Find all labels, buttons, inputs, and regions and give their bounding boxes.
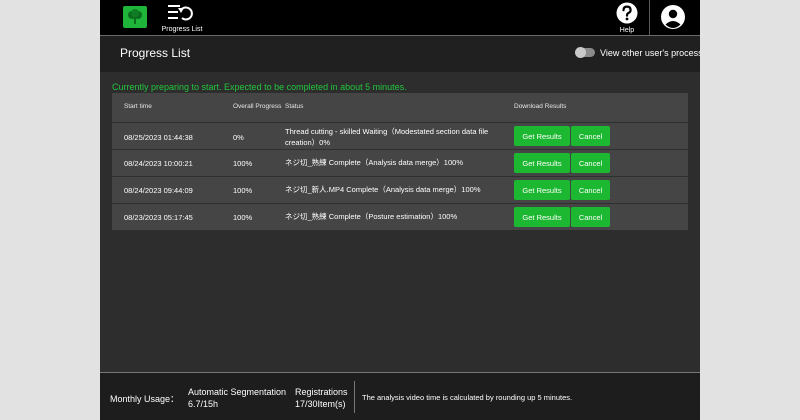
toggle-knob [575,47,586,58]
get-results-button[interactable]: Get Results [514,126,570,146]
status-cell: ネジ切_熟練 Complete（Posture estimation）100% [285,212,458,221]
table-row: 08/23/2023 05:17:45 100% ネジ切_熟練 Complete… [112,203,688,231]
header-overall-progress: Overall Progress [233,103,282,110]
top-bar: Progress List Help [100,0,700,36]
registrations-value: 17/30Item(s) [295,399,346,409]
help-button[interactable]: Help [614,2,640,34]
table-row: 08/24/2023 10:00:21 100% ネジ切_熟練 Complete… [112,149,688,177]
page-title: Progress List [120,46,191,60]
rounding-note: The analysis video time is calculated by… [362,393,573,402]
app-window: Progress List Help Progress List View ot… [100,0,700,420]
nav-progress-list-label: Progress List [161,26,203,33]
account-button[interactable] [660,4,686,30]
status-cell: ネジ切_熟練 Complete（Analysis data merge）100% [285,158,463,167]
cancel-button[interactable]: Cancel [571,207,610,227]
progress-cell: 0% [233,133,244,142]
footer-divider [354,381,355,413]
start-time-cell: 08/25/2023 01:44:38 [124,133,193,142]
nav-progress-list[interactable]: Progress List [160,2,204,34]
cancel-button[interactable]: Cancel [571,180,610,200]
progress-cell: 100% [233,213,253,222]
start-time-cell: 08/24/2023 09:44:09 [124,186,193,195]
title-bar: Progress List View other user's process [100,36,700,72]
topbar-divider [649,0,650,35]
status-notice: Currently preparing to start. Expected t… [112,82,407,92]
toggle-label: View other user's process [600,48,700,58]
header-download-results: Download Results [514,103,567,110]
auto-seg-value: 6.7/15h [188,399,219,409]
header-status: Status [285,103,304,110]
get-results-button[interactable]: Get Results [514,207,570,227]
monthly-usage-label: Monthly Usage： [110,394,180,404]
tree-logo-icon[interactable] [123,6,147,28]
cancel-button[interactable]: Cancel [571,126,610,146]
auto-seg-label: Automatic Segmentation [188,387,287,397]
cancel-button[interactable]: Cancel [571,153,610,173]
status-cell: ネジ切_新人.MP4 Complete（Analysis data merge）… [285,185,481,194]
help-circle-icon [616,2,638,24]
progress-cell: 100% [233,159,253,168]
get-results-button[interactable]: Get Results [514,180,570,200]
get-results-button[interactable]: Get Results [514,153,570,173]
start-time-cell: 08/24/2023 10:00:21 [124,159,193,168]
usage-footer: Monthly Usage： Automatic Segmentation 6.… [100,372,700,420]
progress-table: Start time Overall Progress Status Downl… [112,93,688,230]
progress-cell: 100% [233,186,253,195]
view-other-users-toggle[interactable] [575,47,595,58]
table-row: 08/25/2023 01:44:38 0% Thread cutting - … [112,122,688,150]
header-start-time: Start time [124,103,152,110]
list-refresh-icon [168,5,193,21]
registrations-label: Registrations [295,387,348,397]
start-time-cell: 08/23/2023 05:17:45 [124,213,193,222]
help-label: Help [619,27,635,34]
account-circle-icon [661,5,685,29]
table-row: 08/24/2023 09:44:09 100% ネジ切_新人.MP4 Comp… [112,176,688,204]
status-cell: Thread cutting - skilled Waiting（Modesta… [285,127,489,147]
